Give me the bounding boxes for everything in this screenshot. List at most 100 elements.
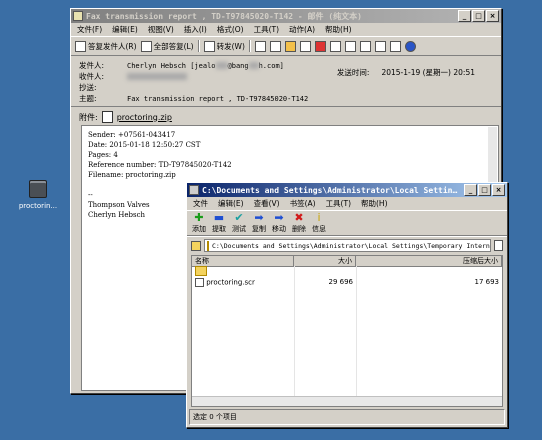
toolbar-label: 添加 (192, 225, 206, 233)
body-line: Date: 2015-01-18 12:50:27 CST (88, 141, 201, 149)
archive-title: C:\Documents and Settings\Administrator\… (202, 185, 462, 195)
categories-icon[interactable] (299, 40, 311, 52)
column-packed-size[interactable]: 压缩后大小 (356, 256, 502, 266)
attachment-file[interactable]: proctoring.zip (117, 113, 172, 122)
archive-toolbar: ✚ 添加 ▬ 提取 ✔ 测试 ➡ 复制 ➡ 移动 ✖ 删除 i 信息 (187, 210, 507, 236)
file-size: 29 696 (328, 278, 354, 286)
copy-icon: ➡ (254, 211, 264, 224)
toolbar-label: 删除 (292, 225, 306, 233)
dropdown-arrow-icon[interactable] (494, 240, 503, 251)
junk-icon[interactable] (314, 40, 326, 52)
menu-help[interactable]: 帮助(H) (361, 198, 388, 209)
menu-actions[interactable]: 动作(A) (289, 24, 315, 35)
body-line: Pages: 4 (88, 151, 118, 159)
mail-icon (73, 11, 83, 21)
menu-file[interactable]: 文件 (193, 198, 208, 209)
file-name-cell: proctoring.scr (192, 277, 294, 287)
from-domain-start: @bang (227, 61, 249, 70)
menu-tools[interactable]: 工具(T) (254, 24, 279, 35)
menu-tools[interactable]: 工具(T) (326, 198, 351, 209)
contact-icon[interactable] (329, 40, 341, 52)
next-icon[interactable] (374, 40, 386, 52)
menu-bookmarks[interactable]: 书签(A) (290, 198, 316, 209)
column-name[interactable]: 名称 (192, 256, 294, 266)
minimize-button[interactable]: _ (464, 184, 477, 196)
email-header: 发件人: Cherlyn Hebsch [jealo @bang h.com] 收件… (71, 56, 501, 106)
toolbar-label: 信息 (312, 225, 326, 233)
sent-value: 2015-1-19 (星期一) 20:51 (381, 68, 475, 77)
add-button[interactable]: ✚ 添加 (191, 212, 207, 234)
menu-edit[interactable]: 编辑(E) (218, 198, 244, 209)
toolbar-label: 复制 (252, 225, 266, 233)
from-value: Cherlyn Hebsch [jealo @bang h.com] (127, 62, 284, 70)
previous-icon[interactable] (359, 40, 371, 52)
forward-label: 转发(W) (216, 41, 245, 51)
from-domain-end: h.com] (258, 61, 284, 70)
info-button[interactable]: i 信息 (311, 212, 327, 234)
desktop-icon-proctoring[interactable]: proctorin... (10, 180, 66, 210)
attachment-row: 附件: proctoring.zip (71, 106, 501, 127)
folder-up-icon[interactable] (191, 240, 201, 251)
delete-button[interactable]: ✖ 删除 (291, 212, 307, 234)
test-button[interactable]: ✔ 测试 (231, 212, 247, 234)
reply-icon (75, 40, 86, 52)
horizontal-scrollbar[interactable] (192, 396, 502, 406)
menu-format[interactable]: 格式(O) (217, 24, 244, 35)
body-line: Filename: proctoring.zip (88, 171, 176, 179)
email-title-bar[interactable]: Fax transmission report , TD-T97845020-T… (71, 9, 501, 23)
delete-icon[interactable] (344, 40, 356, 52)
forward-button[interactable]: 转发(W) (203, 40, 245, 52)
menu-help[interactable]: 帮助(H) (325, 24, 352, 35)
help-icon[interactable] (404, 40, 416, 52)
move-to-folder-icon[interactable] (269, 40, 281, 52)
file-packed-size: 17 693 (474, 278, 500, 286)
menu-insert[interactable]: 插入(I) (184, 24, 207, 35)
extract-button[interactable]: ▬ 提取 (211, 212, 227, 234)
subject-label: 主题: (79, 94, 97, 103)
archive-title-bar[interactable]: C:\Documents and Settings\Administrator\… (187, 183, 507, 197)
reply-all-button[interactable]: 全部答复(L) (140, 40, 194, 52)
print-icon[interactable] (254, 40, 266, 52)
redacted-recipient (127, 73, 187, 80)
address-field[interactable]: C:\Documents and Settings\Administrator\… (204, 239, 491, 252)
parent-folder-icon (195, 266, 207, 276)
font-size-icon[interactable] (389, 40, 401, 52)
from-name: Cherlyn Hebsch [jealo (127, 61, 216, 70)
file-list[interactable]: 名称 大小 压缩后大小 proctoring.scr 29 696 17 693 (191, 255, 503, 407)
menu-file[interactable]: 文件(F) (77, 24, 102, 35)
reply-all-icon (140, 40, 152, 52)
email-toolbar: 答复发件人(R) 全部答复(L) 转发(W) (71, 36, 501, 56)
email-title: Fax transmission report , TD-T97845020-T… (86, 11, 363, 21)
cc-label: 抄送: (79, 83, 97, 92)
close-button[interactable]: × (486, 10, 499, 22)
add-icon: ✚ (194, 211, 204, 224)
copy-button[interactable]: ➡ 复制 (251, 212, 267, 234)
close-button[interactable]: × (492, 184, 505, 196)
menu-view[interactable]: 视图(V) (148, 24, 174, 35)
file-row-parent[interactable] (192, 266, 502, 278)
menu-edit[interactable]: 编辑(E) (112, 24, 138, 35)
maximize-button[interactable]: □ (472, 10, 485, 22)
extract-icon: ▬ (213, 211, 225, 224)
screensaver-file-icon (195, 277, 204, 287)
minimize-button[interactable]: _ (458, 10, 471, 22)
column-size[interactable]: 大小 (294, 256, 356, 266)
column-divider (356, 266, 357, 396)
desktop-icon-label: proctorin... (18, 202, 58, 210)
toolbar-separator (248, 40, 251, 52)
status-bar: 选定 0 个项目 (189, 409, 505, 425)
folder-icon (207, 240, 209, 251)
reply-button[interactable]: 答复发件人(R) (75, 40, 137, 52)
redacted-text (215, 62, 228, 69)
file-name: proctoring.scr (206, 278, 255, 286)
status-text: 选定 0 个项目 (193, 413, 237, 421)
menu-view[interactable]: 查看(V) (254, 198, 280, 209)
zip-file-icon (29, 180, 47, 198)
toolbar-separator (197, 40, 200, 52)
flag-icon[interactable] (284, 40, 296, 52)
file-row[interactable]: proctoring.scr 29 696 17 693 (192, 277, 502, 287)
move-button[interactable]: ➡ 移动 (271, 212, 287, 234)
maximize-button[interactable]: □ (478, 184, 491, 196)
parent-folder-cell (192, 266, 294, 278)
info-icon: i (317, 211, 321, 224)
